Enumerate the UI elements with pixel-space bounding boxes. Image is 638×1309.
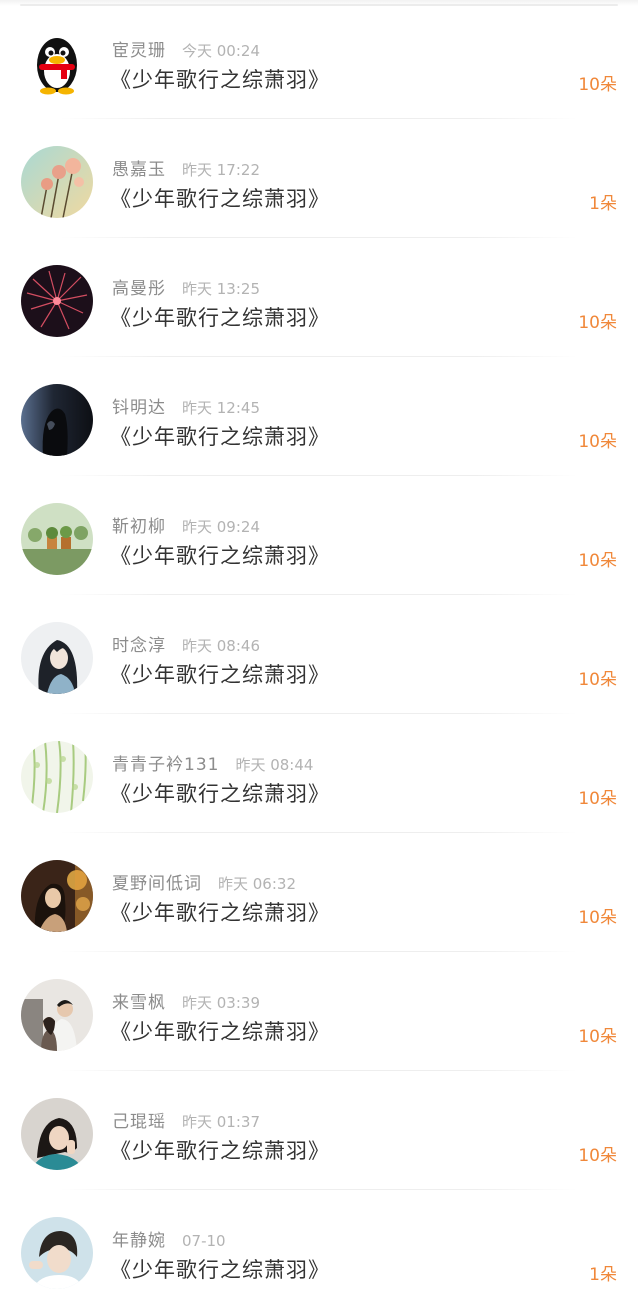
timestamp: 昨天 01:37 — [182, 1113, 260, 1131]
book-title[interactable]: 《少年歌行之综萧羽》 — [110, 1016, 330, 1046]
boy-avatar[interactable] — [21, 1217, 93, 1289]
user-name[interactable]: 靳初柳 — [112, 517, 166, 537]
user-name[interactable]: 年静婉 — [112, 1231, 166, 1251]
book-title[interactable]: 《少年歌行之综萧羽》 — [110, 64, 330, 94]
timestamp: 昨天 09:24 — [182, 518, 260, 536]
couple-avatar[interactable] — [21, 979, 93, 1051]
list-item[interactable]: 高曼彤 昨天 13:25 《少年歌行之综萧羽》 10朵 — [0, 238, 638, 357]
user-name[interactable]: 来雪枫 — [112, 993, 166, 1013]
user-name[interactable]: 宦灵珊 — [112, 41, 166, 61]
user-name[interactable]: 青青子衿131 — [112, 755, 219, 775]
willow-avatar[interactable] — [21, 741, 93, 813]
book-title[interactable]: 《少年歌行之综萧羽》 — [110, 1135, 330, 1165]
timestamp: 昨天 17:22 — [182, 161, 260, 179]
user-name[interactable]: 己琨瑶 — [112, 1112, 166, 1132]
flower-count: 10朵 — [578, 1146, 617, 1166]
book-title[interactable]: 《少年歌行之综萧羽》 — [110, 421, 330, 451]
list-item[interactable]: 时念淳 昨天 08:46 《少年歌行之综萧羽》 10朵 — [0, 595, 638, 714]
timestamp: 昨天 12:45 — [182, 399, 260, 417]
list-item[interactable]: 靳初柳 昨天 09:24 《少年歌行之综萧羽》 10朵 — [0, 476, 638, 595]
silhouette-avatar[interactable] — [21, 384, 93, 456]
book-title[interactable]: 《少年歌行之综萧羽》 — [110, 659, 330, 689]
flower-count: 1朵 — [589, 194, 617, 214]
timestamp: 今天 00:24 — [182, 42, 260, 60]
flower-count: 10朵 — [578, 432, 617, 452]
flower-count: 1朵 — [589, 1265, 617, 1285]
list-item[interactable]: 宦灵珊 今天 00:24 《少年歌行之综萧羽》 10朵 — [0, 0, 638, 119]
plants-avatar[interactable] — [21, 503, 93, 575]
user-name[interactable]: 高曼彤 — [112, 279, 166, 299]
flower-count: 10朵 — [578, 75, 617, 95]
flower-count: 10朵 — [578, 313, 617, 333]
timestamp: 昨天 03:39 — [182, 994, 260, 1012]
timestamp: 昨天 13:25 — [182, 280, 260, 298]
book-title[interactable]: 《少年歌行之综萧羽》 — [110, 778, 330, 808]
flower-count: 10朵 — [578, 1027, 617, 1047]
user-name[interactable]: 时念淳 — [112, 636, 166, 656]
flower-count: 10朵 — [578, 670, 617, 690]
anime-character-avatar[interactable] — [21, 622, 93, 694]
book-title[interactable]: 《少年歌行之综萧羽》 — [110, 183, 330, 213]
fireworks-avatar[interactable] — [21, 265, 93, 337]
user-name[interactable]: 钭明达 — [112, 398, 166, 418]
girl-teal-avatar[interactable] — [21, 1098, 93, 1170]
girl-lights-avatar[interactable] — [21, 860, 93, 932]
timestamp: 昨天 08:44 — [235, 756, 314, 774]
book-title[interactable]: 《少年歌行之综萧羽》 — [110, 540, 330, 570]
flowers-avatar[interactable] — [21, 146, 93, 218]
list-item[interactable]: 钭明达 昨天 12:45 《少年歌行之综萧羽》 10朵 — [0, 357, 638, 476]
list-item[interactable]: 愚嘉玉 昨天 17:22 《少年歌行之综萧羽》 1朵 — [0, 119, 638, 238]
user-name[interactable]: 愚嘉玉 — [112, 160, 166, 180]
list-item[interactable]: 己琨瑶 昨天 01:37 《少年歌行之综萧羽》 10朵 — [0, 1071, 638, 1190]
list-item[interactable]: 来雪枫 昨天 03:39 《少年歌行之综萧羽》 10朵 — [0, 952, 638, 1071]
qq-penguin-avatar[interactable] — [21, 27, 93, 99]
flower-count: 10朵 — [578, 789, 617, 809]
list-item[interactable]: 青青子衿131 昨天 08:44 《少年歌行之综萧羽》 10朵 — [0, 714, 638, 833]
list-item[interactable]: 夏野间低词 昨天 06:32 《少年歌行之综萧羽》 10朵 — [0, 833, 638, 952]
book-title[interactable]: 《少年歌行之综萧羽》 — [110, 897, 330, 927]
book-title[interactable]: 《少年歌行之综萧羽》 — [110, 302, 330, 332]
list-item[interactable]: 年静婉 07-10 《少年歌行之综萧羽》 1朵 — [0, 1190, 638, 1309]
flower-count: 10朵 — [578, 551, 617, 571]
timestamp: 昨天 06:32 — [218, 875, 296, 893]
user-name[interactable]: 夏野间低词 — [112, 874, 202, 894]
timestamp: 07-10 — [182, 1232, 226, 1250]
timestamp: 昨天 08:46 — [182, 637, 260, 655]
flower-count: 10朵 — [578, 908, 617, 928]
